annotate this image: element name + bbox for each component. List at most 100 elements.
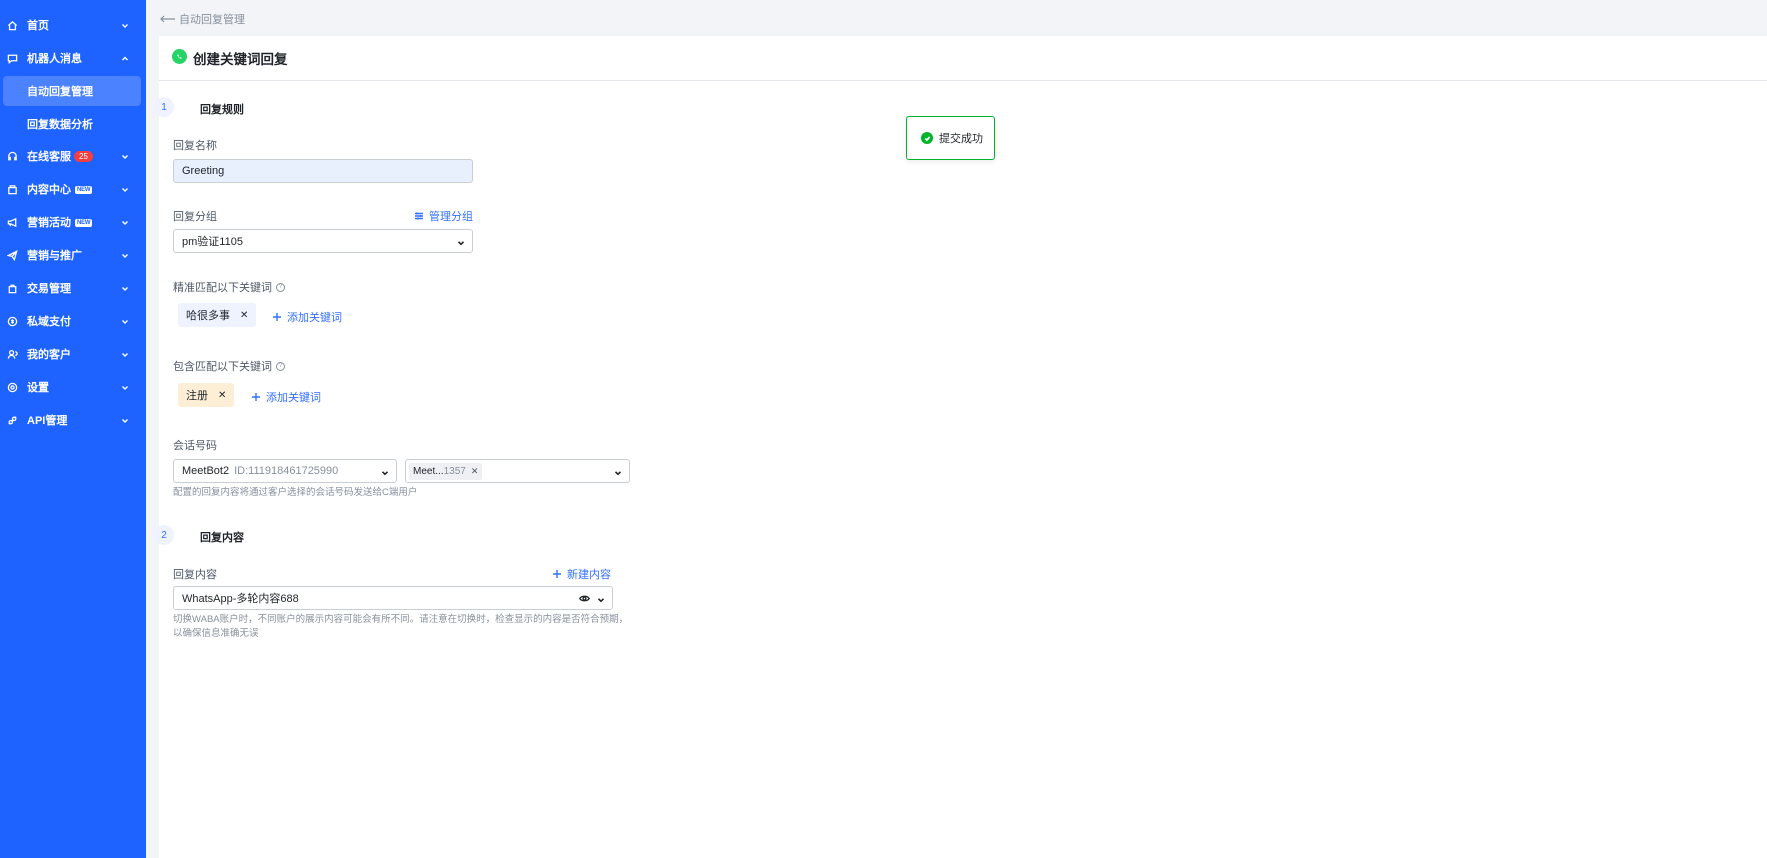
- sidebar-item-label-wrap: 在线客服 25: [27, 148, 93, 164]
- sidebar-item-marketing-campaigns[interactable]: 营销活动 NEW: [0, 207, 146, 237]
- sidebar-item-api-management[interactable]: API管理: [0, 405, 146, 435]
- session-number-label: 会话号码: [173, 440, 217, 452]
- sidebar-item-my-customers[interactable]: 我的客户: [0, 339, 146, 369]
- sidebar-item-private-payment[interactable]: 私域支付: [0, 306, 146, 336]
- reply-content-value: WhatsApp-多轮内容688: [182, 593, 299, 605]
- keyword-text: 注册: [186, 390, 208, 402]
- chevron-down-icon: [120, 184, 130, 194]
- chevron-down-icon: [120, 283, 130, 293]
- toast-message: 提交成功: [939, 133, 983, 145]
- reply-content-label: 回复内容: [173, 569, 217, 581]
- sidebar-item-label: 私域支付: [27, 316, 71, 328]
- step-title: 回复内容: [200, 532, 244, 544]
- user-icon: [6, 348, 18, 360]
- sidebar-item-label-wrap: 营销活动 NEW: [27, 214, 93, 230]
- add-exact-keyword-button[interactable]: 添加关键词: [272, 309, 342, 325]
- sidebar: 首页 机器人消息 自动回复管理 回复数据分析 在线客服 25 内容中心 NEW 营销…: [0, 0, 146, 858]
- back-link[interactable]: 自动回复管理: [160, 11, 245, 27]
- megaphone-icon: [6, 216, 18, 228]
- reply-name-label: 回复名称: [173, 140, 217, 152]
- page-title: 创建关键词回复: [193, 52, 288, 67]
- chevron-down-icon: [120, 316, 130, 326]
- chevron-down-icon: [120, 349, 130, 359]
- chevron-down-icon: [457, 238, 465, 246]
- plus-icon: [252, 393, 260, 401]
- sidebar-item-label: 内容中心: [27, 184, 71, 196]
- step-title: 回复规则: [200, 104, 244, 116]
- close-icon[interactable]: ✕: [471, 466, 479, 477]
- help-icon[interactable]: ?: [276, 282, 285, 292]
- sidebar-item-label: 首页: [27, 20, 49, 32]
- sidebar-item-label: 营销活动: [27, 217, 71, 229]
- sidebar-subitem-reply-analytics[interactable]: 回复数据分析: [0, 109, 146, 139]
- breadcrumb: 自动回复管理: [179, 14, 245, 26]
- sidebar-subitem-label: 回复数据分析: [27, 119, 93, 131]
- sidebar-item-label-wrap: 内容中心 NEW: [27, 181, 93, 197]
- session-number-chip: Meet... 1357 ✕: [409, 462, 483, 480]
- help-icon[interactable]: ?: [276, 361, 285, 371]
- reply-name-input[interactable]: Greeting: [173, 159, 473, 183]
- group-select-value: pm验证1105: [182, 236, 243, 248]
- new-content-button[interactable]: 新建内容: [552, 566, 611, 582]
- sliders-icon: [415, 212, 423, 220]
- chip-number: 1357: [443, 465, 466, 477]
- sidebar-item-label: 营销与推广: [27, 250, 82, 262]
- chevron-up-icon: [120, 53, 130, 63]
- chevron-down-icon: [614, 468, 622, 476]
- exact-match-label-text: 精准匹配以下关键词: [173, 282, 272, 294]
- contain-match-label-text: 包含匹配以下关键词: [173, 361, 272, 373]
- new-badge: NEW: [75, 186, 93, 194]
- session-number-select[interactable]: Meet... 1357 ✕: [405, 459, 630, 483]
- close-icon[interactable]: ✕: [218, 390, 226, 401]
- chevron-down-icon: [120, 217, 130, 227]
- add-keyword-label: 添加关键词: [266, 392, 321, 404]
- sidebar-item-bot-messages[interactable]: 机器人消息: [0, 43, 146, 73]
- whatsapp-icon: [172, 49, 187, 64]
- chevron-down-icon: [381, 468, 389, 476]
- sidebar-subitem-label: 自动回复管理: [27, 86, 93, 98]
- sidebar-item-home[interactable]: 首页: [0, 10, 146, 40]
- session-account-select[interactable]: MeetBot2 ID:111918461725990: [173, 459, 397, 483]
- chevron-down-icon: [120, 250, 130, 260]
- api-icon: [6, 414, 18, 426]
- sidebar-item-label: 我的客户: [27, 349, 71, 361]
- chevron-down-icon: [597, 595, 605, 603]
- sidebar-item-label: 在线客服: [27, 151, 71, 163]
- eye-icon[interactable]: [579, 594, 590, 603]
- manage-group-label: 管理分组: [429, 211, 473, 223]
- add-contain-keyword-button[interactable]: 添加关键词: [251, 389, 321, 405]
- sidebar-item-label: API管理: [27, 415, 68, 427]
- headset-icon: [6, 150, 18, 162]
- home-icon: [6, 19, 18, 31]
- sidebar-item-label: 交易管理: [27, 283, 71, 295]
- group-select[interactable]: pm验证1105: [173, 229, 473, 253]
- step-number: 1: [154, 97, 174, 117]
- group-label: 回复分组: [173, 211, 217, 223]
- plus-icon: [553, 570, 561, 578]
- bag-icon: [6, 282, 18, 294]
- keyword-tag: 哈很多事 ✕: [178, 303, 257, 327]
- chat-bot-icon: [6, 52, 18, 64]
- sidebar-item-settings[interactable]: 设置: [0, 372, 146, 402]
- plus-icon: [273, 313, 281, 321]
- reply-name-value: Greeting: [182, 165, 225, 177]
- chevron-down-icon: [120, 20, 130, 30]
- step-number: 2: [154, 525, 174, 545]
- manage-group-button[interactable]: 管理分组: [414, 208, 473, 224]
- send-icon: [6, 249, 18, 261]
- sidebar-subitem-auto-reply[interactable]: 自动回复管理: [3, 76, 141, 106]
- new-badge: NEW: [75, 219, 93, 227]
- payment-icon: [6, 315, 18, 327]
- close-icon[interactable]: ✕: [240, 310, 248, 321]
- sidebar-item-marketing-promotion[interactable]: 营销与推广: [0, 240, 146, 270]
- sidebar-item-content-center[interactable]: 内容中心 NEW: [0, 174, 146, 204]
- chip-name: Meet...: [413, 465, 444, 477]
- content-hint-line1: 切换WABA账户时，不同账户的展示内容可能会有所不同。请注意在切换时，检查显示的…: [173, 614, 629, 625]
- arrow-left-icon: [160, 15, 175, 23]
- reply-content-select[interactable]: WhatsApp-多轮内容688: [173, 586, 613, 610]
- sidebar-item-transactions[interactable]: 交易管理: [0, 273, 146, 303]
- sidebar-item-online-service[interactable]: 在线客服 25: [0, 141, 146, 171]
- exact-match-label: 精准匹配以下关键词 ?: [173, 279, 285, 295]
- chevron-down-icon: [120, 151, 130, 161]
- session-hint: 配置的回复内容将通过客户选择的会话号码发送给C端用户: [173, 487, 418, 498]
